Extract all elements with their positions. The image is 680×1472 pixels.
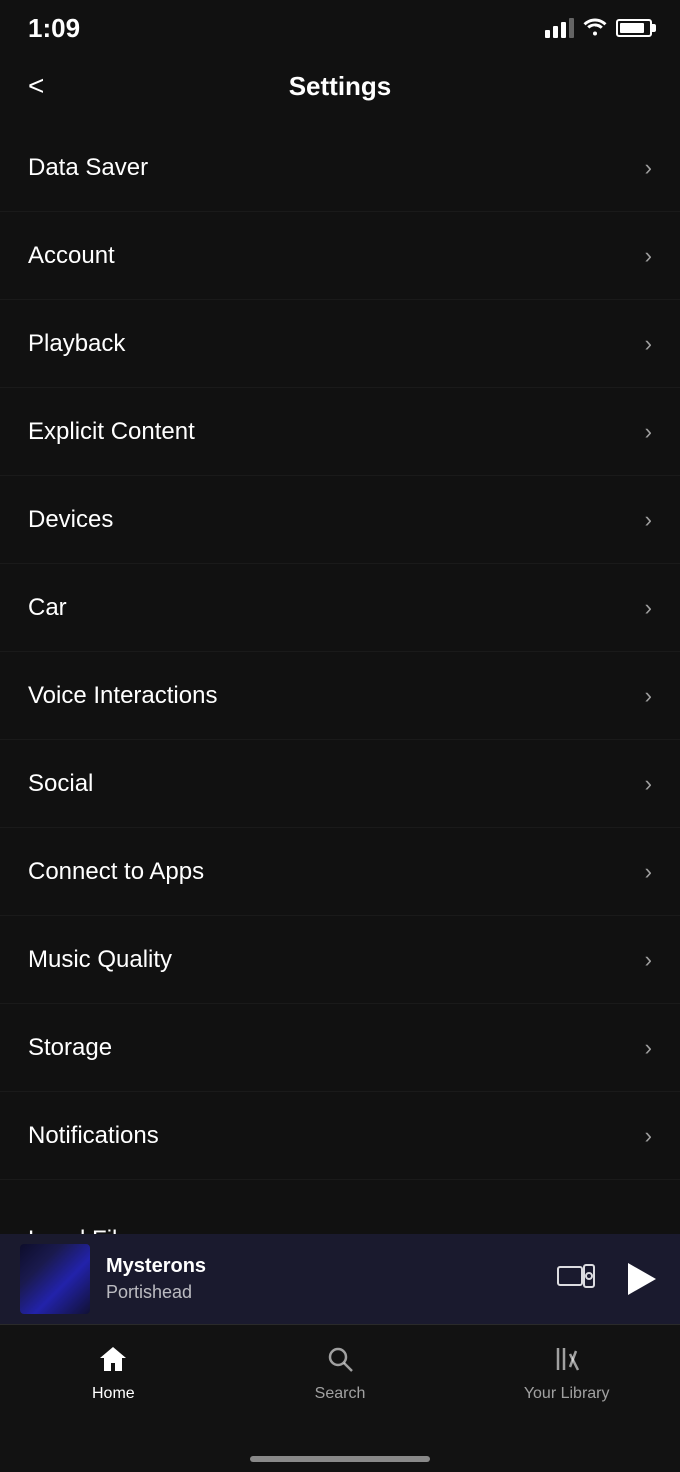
chevron-right-icon: › [645,947,652,973]
nav-item-library[interactable]: Your Library [453,1341,680,1403]
chevron-right-icon: › [645,1035,652,1061]
chevron-right-icon: › [645,1123,652,1149]
home-icon [98,1341,128,1377]
settings-item-playback[interactable]: Playback › [0,300,680,388]
play-button[interactable] [620,1259,660,1299]
nav-label-home: Home [92,1385,135,1403]
settings-label-music-quality: Music Quality [28,946,172,974]
settings-item-storage[interactable]: Storage › [0,1004,680,1092]
back-button[interactable]: < [28,70,44,102]
settings-label-explicit-content: Explicit Content [28,418,195,446]
settings-item-explicit-content[interactable]: Explicit Content › [0,388,680,476]
now-playing-controls [556,1259,660,1299]
wifi-icon [582,16,608,41]
settings-label-playback: Playback [28,330,125,358]
settings-label-storage: Storage [28,1034,112,1062]
chevron-right-icon: › [645,595,652,621]
status-time: 1:09 [28,13,80,44]
bottom-nav: Home Search Your Library [0,1324,680,1472]
now-playing-bar[interactable]: Mysterons Portishead [0,1234,680,1324]
settings-label-account: Account [28,242,115,270]
chevron-right-icon: › [645,507,652,533]
settings-label-voice-interactions: Voice Interactions [28,682,217,710]
settings-label-car: Car [28,594,67,622]
signal-icon [545,18,574,38]
library-icon [552,1341,582,1377]
chevron-right-icon: › [645,859,652,885]
settings-label-devices: Devices [28,506,113,534]
settings-item-account[interactable]: Account › [0,212,680,300]
chevron-right-icon: › [645,683,652,709]
settings-item-notifications[interactable]: Notifications › [0,1092,680,1180]
nav-item-search[interactable]: Search [227,1341,454,1403]
chevron-right-icon: › [645,419,652,445]
settings-header: < Settings [0,52,680,124]
home-indicator [250,1456,430,1462]
now-playing-info: Mysterons Portishead [106,1255,540,1303]
settings-label-notifications: Notifications [28,1122,159,1150]
settings-label-connect-to-apps: Connect to Apps [28,858,204,886]
settings-label-data-saver: Data Saver [28,154,148,182]
album-art [20,1244,90,1314]
settings-item-car[interactable]: Car › [0,564,680,652]
chevron-right-icon: › [645,771,652,797]
chevron-right-icon: › [645,155,652,181]
settings-item-social[interactable]: Social › [0,740,680,828]
now-playing-artist: Portishead [106,1282,540,1303]
nav-label-search: Search [315,1385,366,1403]
nav-label-library: Your Library [524,1385,610,1403]
settings-item-voice-interactions[interactable]: Voice Interactions › [0,652,680,740]
settings-label-social: Social [28,770,93,798]
settings-item-devices[interactable]: Devices › [0,476,680,564]
chevron-right-icon: › [645,243,652,269]
status-bar: 1:09 [0,0,680,52]
status-icons [545,16,652,41]
settings-list: Data Saver › Account › Playback › Explic… [0,124,680,1180]
settings-item-music-quality[interactable]: Music Quality › [0,916,680,1004]
search-icon [325,1341,355,1377]
nav-item-home[interactable]: Home [0,1341,227,1403]
page-title: Settings [289,71,392,102]
now-playing-title: Mysterons [106,1255,540,1278]
settings-item-data-saver[interactable]: Data Saver › [0,124,680,212]
chevron-right-icon: › [645,331,652,357]
device-connect-icon[interactable] [556,1263,596,1295]
battery-icon [616,19,652,37]
settings-item-connect-to-apps[interactable]: Connect to Apps › [0,828,680,916]
